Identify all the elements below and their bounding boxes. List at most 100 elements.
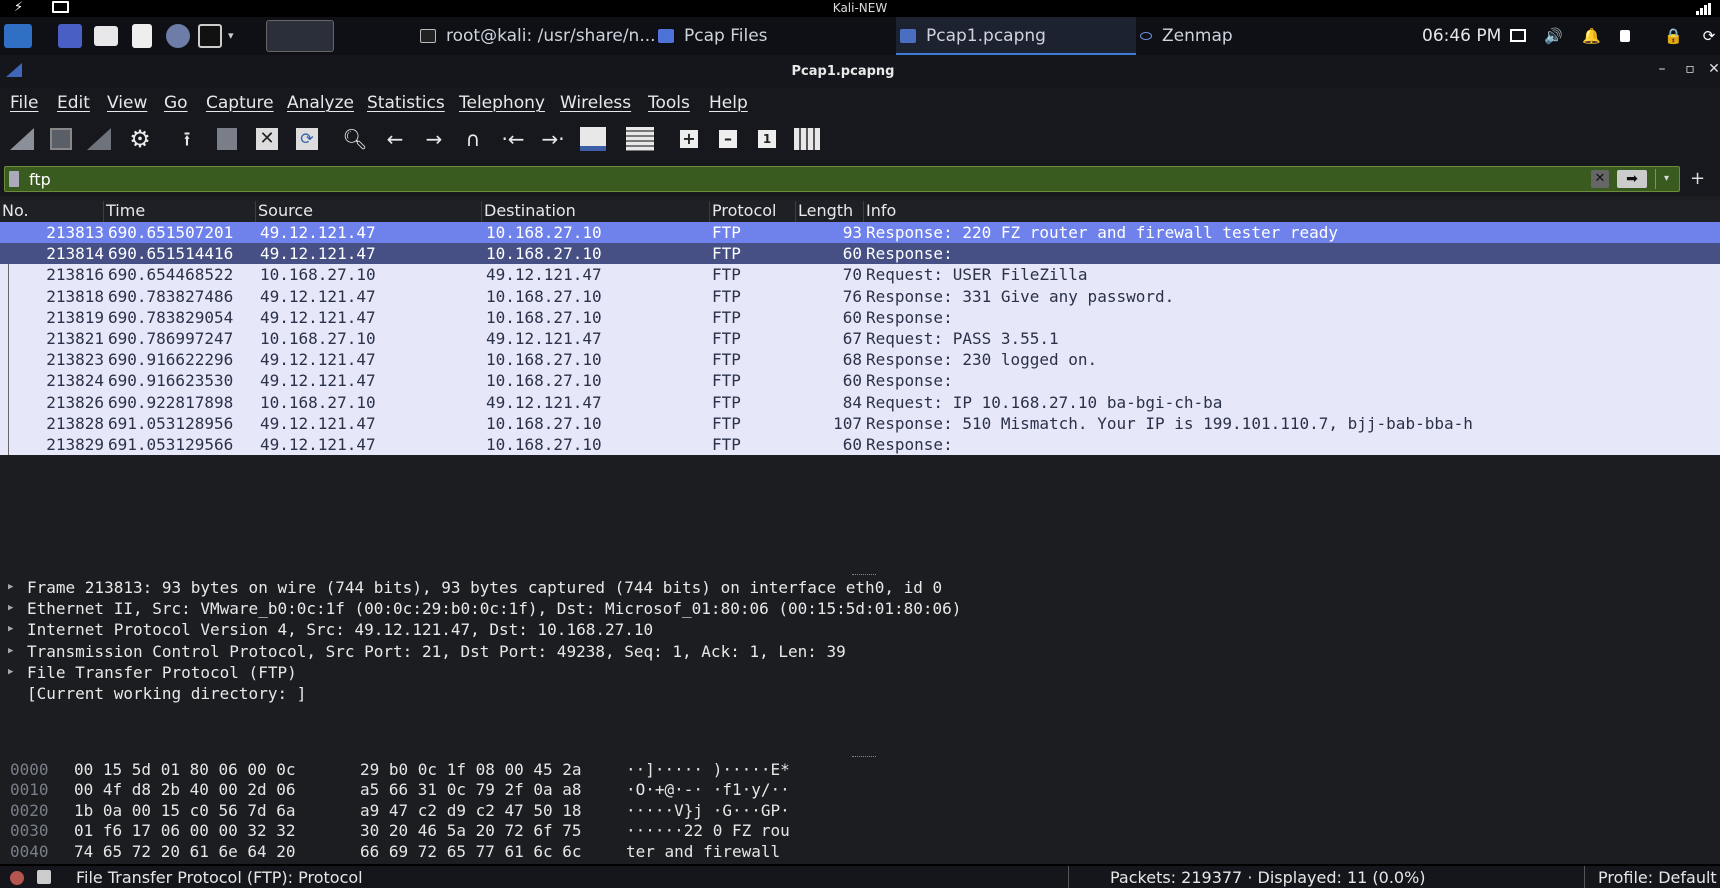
clear-filter-icon[interactable]: ✕ <box>1591 170 1609 188</box>
browser-icon[interactable] <box>166 24 190 48</box>
capture-options-gear-icon[interactable]: ⚙ <box>127 126 153 152</box>
filter-history-dropdown[interactable]: ▾ <box>1655 169 1677 189</box>
last-packet-icon[interactable]: →· <box>540 126 566 152</box>
table-row[interactable]: 213819 690.783829054 49.12.121.47 10.168.27… <box>0 306 1720 328</box>
expand-arrow-icon[interactable]: ▶ <box>8 582 13 592</box>
table-row[interactable]: 213823 690.916622296 49.12.121.47 10.168.27… <box>0 349 1720 371</box>
col-time[interactable]: Time <box>104 201 256 222</box>
battery-icon[interactable] <box>1620 30 1630 42</box>
table-row[interactable]: 213814 690.651514416 49.12.121.47 10.168.27… <box>0 243 1720 265</box>
go-to-packet-icon[interactable]: ∩ <box>460 126 486 152</box>
expand-arrow-icon[interactable]: ▶ <box>8 624 13 634</box>
detail-tcp[interactable]: ▶ Transmission Control Protocol, Src Port… <box>0 642 1720 663</box>
hex-row[interactable]: 0020 1b 0a 00 15 c0 56 7d 6a a9 47 c2 d9 c… <box>0 801 1720 821</box>
terminal-dropdown-icon[interactable]: ▾ <box>228 24 240 48</box>
detail-ethernet[interactable]: ▶ Ethernet II, Src: VMware_b0:0c:1f (00:0… <box>0 599 1720 620</box>
expand-arrow-icon[interactable]: ▶ <box>8 646 13 656</box>
expand-arrow-icon[interactable]: ▶ <box>8 603 13 613</box>
menu-tools[interactable]: Tools <box>648 93 690 113</box>
save-file-icon[interactable] <box>214 126 240 152</box>
col-no[interactable]: No. <box>0 201 104 222</box>
minimize-button[interactable]: – <box>1654 61 1670 79</box>
detail-ip[interactable]: ▶ Internet Protocol Version 4, Src: 49.12… <box>0 620 1720 641</box>
task-terminal[interactable]: root@kali: /usr/share/n... <box>420 17 656 55</box>
open-file-icon[interactable]: ⭱ <box>174 126 200 152</box>
close-file-icon[interactable]: ✕ <box>254 126 280 152</box>
normal-size-icon[interactable]: 1 <box>754 126 780 152</box>
power-menu-icon[interactable]: ⟳ <box>1700 28 1718 44</box>
table-row[interactable]: 213821 690.786997247 10.168.27.10 49.12.121… <box>0 327 1720 350</box>
menu-view[interactable]: View <box>107 93 147 113</box>
menu-statistics[interactable]: Statistics <box>367 93 445 113</box>
add-filter-button[interactable]: + <box>1690 168 1705 189</box>
go-forward-icon[interactable]: → <box>421 126 447 152</box>
menu-file[interactable]: File <box>10 93 38 113</box>
maximize-button[interactable]: ▫ <box>1682 61 1698 79</box>
table-row[interactable]: 213818 690.783827486 49.12.121.47 10.168.27… <box>0 285 1720 307</box>
resize-columns-icon[interactable] <box>794 126 820 152</box>
status-profile[interactable]: Profile: Default <box>1598 868 1717 887</box>
terminal-icon[interactable] <box>198 24 222 48</box>
table-row[interactable]: 213813 690.651507201 49.12.121.47 10.168.27… <box>0 222 1720 244</box>
detail-frame[interactable]: ▶ Frame 213813: 93 bytes on wire (744 bit… <box>0 578 1720 599</box>
menu-help[interactable]: Help <box>709 93 748 113</box>
task-zenmap[interactable]: Zenmap <box>1140 17 1376 55</box>
display-filter: ✕ ➡ ▾ <box>4 166 1680 192</box>
menu-wireless[interactable]: Wireless <box>560 93 631 113</box>
table-row[interactable]: 213816 690.654468522 10.168.27.10 49.12.121… <box>0 264 1720 286</box>
text-editor-icon[interactable] <box>132 24 152 48</box>
wireshark-launcher[interactable] <box>266 20 334 52</box>
volume-icon[interactable]: 🔊 <box>1544 28 1563 44</box>
colorize-icon[interactable] <box>626 126 654 152</box>
workspace-icon[interactable] <box>58 24 82 48</box>
task-wireshark[interactable]: Pcap1.pcapng <box>896 17 1136 55</box>
table-row[interactable]: 213826 690.922817898 10.168.27.10 49.12.121… <box>0 391 1720 413</box>
files-icon[interactable] <box>94 26 118 46</box>
packet-details-pane: ▶ Frame 213813: 93 bytes on wire (744 bit… <box>0 578 1720 756</box>
col-destination[interactable]: Destination <box>482 201 710 222</box>
table-row[interactable]: 213829 691.053129566 49.12.121.47 10.168.27… <box>0 433 1720 456</box>
zoom-in-icon[interactable]: + <box>676 126 702 152</box>
col-info[interactable]: Info <box>864 201 1720 222</box>
menu-analyze[interactable]: Analyze <box>287 93 354 113</box>
table-row[interactable]: 213828 691.053128956 49.12.121.47 10.168.27… <box>0 412 1720 434</box>
wireshark-fin-icon <box>900 29 916 43</box>
go-back-icon[interactable]: ← <box>382 126 408 152</box>
bookmark-icon[interactable] <box>9 171 19 187</box>
menu-go[interactable]: Go <box>164 93 188 113</box>
hex-row[interactable]: 0000 00 15 5d 01 80 06 00 0c 29 b0 0c 1f 0… <box>0 760 1720 780</box>
start-capture-icon[interactable] <box>10 126 36 152</box>
notification-bell-icon[interactable]: 🔔 <box>1582 28 1601 44</box>
hex-row[interactable]: 0040 74 65 72 20 61 6e 64 20 66 69 72 65 7… <box>0 842 1720 862</box>
detail-ftp[interactable]: ▶ File Transfer Protocol (FTP) <box>0 663 1720 684</box>
capture-status-icon[interactable] <box>10 871 24 885</box>
expand-arrow-icon[interactable]: ▶ <box>8 667 13 677</box>
first-packet-icon[interactable]: ·← <box>500 126 526 152</box>
col-source[interactable]: Source <box>256 201 482 222</box>
find-packet-search-icon[interactable]: 🔍︎ <box>342 126 368 152</box>
task-pcap-files[interactable]: Pcap Files <box>658 17 894 55</box>
kali-menu-icon[interactable] <box>4 24 32 48</box>
clock[interactable]: 06:46 PM <box>1422 17 1501 55</box>
menu-telephony[interactable]: Telephony <box>459 93 545 113</box>
stop-capture-icon[interactable] <box>48 126 74 152</box>
display-filter-input[interactable] <box>29 169 1589 189</box>
zoom-out-icon[interactable]: – <box>715 126 741 152</box>
hex-row[interactable]: 0030 01 f6 17 06 00 00 32 32 30 20 46 5a 2… <box>0 821 1720 841</box>
restart-capture-icon[interactable] <box>87 126 113 152</box>
screen-icon[interactable] <box>1510 29 1526 42</box>
col-protocol[interactable]: Protocol <box>710 201 796 222</box>
detail-cwd[interactable]: [Current working directory: ] <box>0 684 1720 705</box>
table-row[interactable]: 213824 690.916623530 49.12.121.47 10.168.27… <box>0 370 1720 392</box>
edit-comment-icon[interactable] <box>37 870 51 884</box>
menu-capture[interactable]: Capture <box>206 93 274 113</box>
col-length[interactable]: Length <box>796 201 864 222</box>
autoscroll-icon[interactable] <box>580 126 606 152</box>
menu-edit[interactable]: Edit <box>57 93 90 113</box>
status-field-info: File Transfer Protocol (FTP): Protocol <box>76 868 363 887</box>
reload-file-icon[interactable]: ⟳ <box>294 126 320 152</box>
apply-filter-arrow-icon[interactable]: ➡ <box>1617 170 1647 188</box>
hex-row[interactable]: 0010 00 4f d8 2b 40 00 2d 06 a5 66 31 0c 7… <box>0 780 1720 800</box>
lock-icon[interactable]: 🔒 <box>1664 28 1683 44</box>
close-button[interactable]: ✕ <box>1706 61 1720 79</box>
